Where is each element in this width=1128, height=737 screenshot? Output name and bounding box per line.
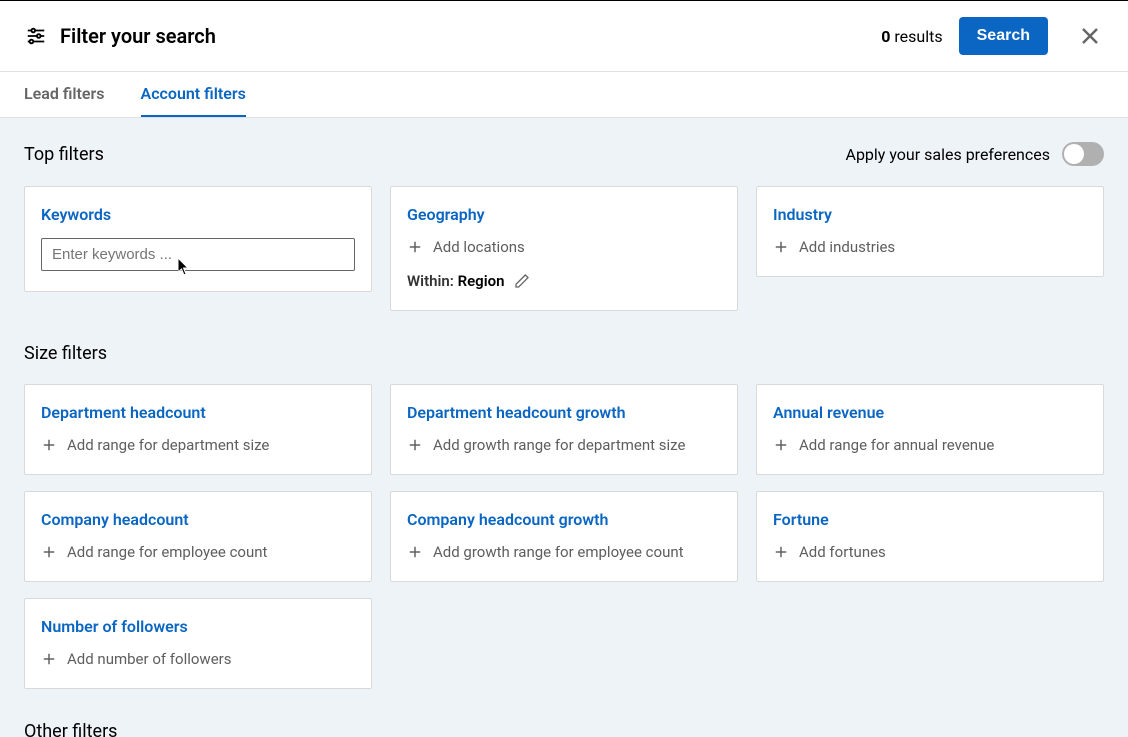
card-title: Company headcount [41, 510, 355, 529]
size-filters-row-1: Department headcount Add range for depar… [24, 384, 1104, 475]
section-title-size: Size filters [24, 343, 1104, 364]
size-filters-row-2: Company headcount Add range for employee… [24, 491, 1104, 582]
card-company-growth: Company headcount growth Add growth rang… [390, 491, 738, 582]
card-dept-growth: Department headcount growth Add growth r… [390, 384, 738, 475]
add-followers[interactable]: Add number of followers [41, 650, 355, 668]
results-word: results [894, 27, 942, 46]
plus-icon [407, 544, 423, 560]
pref-group: Apply your sales preferences [846, 142, 1105, 166]
plus-icon [773, 239, 789, 255]
within-label: Within: Region [407, 272, 504, 290]
add-text: Add range for employee count [67, 543, 267, 561]
card-title: Department headcount [41, 403, 355, 422]
add-text: Add range for department size [67, 436, 269, 454]
card-title: Company headcount growth [407, 510, 721, 529]
card-fortune: Fortune Add fortunes [756, 491, 1104, 582]
plus-icon [41, 437, 57, 453]
add-text: Add number of followers [67, 650, 231, 668]
add-text: Add range for annual revenue [799, 436, 994, 454]
top-filters-row: Keywords Geography Add locations Within:… [24, 186, 1104, 311]
card-title-geography: Geography [407, 205, 721, 224]
card-dept-headcount: Department headcount Add range for depar… [24, 384, 372, 475]
results-text: 0 results [881, 27, 942, 46]
pref-label: Apply your sales preferences [846, 145, 1051, 164]
add-dept-growth-range[interactable]: Add growth range for department size [407, 436, 721, 454]
content: Top filters Apply your sales preferences… [0, 118, 1128, 737]
add-text: Add growth range for department size [433, 436, 685, 454]
card-title-industry: Industry [773, 205, 1087, 224]
add-text: Add fortunes [799, 543, 886, 561]
card-annual-revenue: Annual revenue Add range for annual reve… [756, 384, 1104, 475]
card-title-keywords: Keywords [41, 205, 355, 224]
header: Filter your search 0 results Search [0, 1, 1128, 72]
tabs: Lead filters Account filters [0, 72, 1128, 118]
card-title: Number of followers [41, 617, 355, 636]
add-dept-range[interactable]: Add range for department size [41, 436, 355, 454]
within-row: Within: Region [407, 272, 721, 290]
add-fortunes[interactable]: Add fortunes [773, 543, 1087, 561]
plus-icon [407, 239, 423, 255]
page-title: Filter your search [60, 24, 216, 48]
sales-preferences-toggle[interactable] [1062, 142, 1104, 166]
add-text: Add locations [433, 238, 525, 256]
card-title: Annual revenue [773, 403, 1087, 422]
card-company-headcount: Company headcount Add range for employee… [24, 491, 372, 582]
size-filters-row-3: Number of followers Add number of follow… [24, 598, 1104, 689]
search-button[interactable]: Search [959, 17, 1048, 55]
pencil-icon[interactable] [514, 273, 530, 289]
close-icon[interactable] [1076, 22, 1104, 50]
add-company-growth-range[interactable]: Add growth range for employee count [407, 543, 721, 561]
keywords-input[interactable] [41, 238, 355, 271]
plus-icon [407, 437, 423, 453]
top-filters-header: Top filters Apply your sales preferences [24, 142, 1104, 166]
card-title: Fortune [773, 510, 1087, 529]
add-revenue-range[interactable]: Add range for annual revenue [773, 436, 1087, 454]
plus-icon [773, 544, 789, 560]
add-text: Add industries [799, 238, 895, 256]
header-right: 0 results Search [881, 17, 1104, 55]
header-left: Filter your search [24, 24, 881, 48]
section-title-top: Top filters [24, 144, 104, 165]
card-followers: Number of followers Add number of follow… [24, 598, 372, 689]
tab-lead-filters[interactable]: Lead filters [24, 72, 105, 117]
add-company-range[interactable]: Add range for employee count [41, 543, 355, 561]
card-geography: Geography Add locations Within: Region [390, 186, 738, 311]
tab-account-filters[interactable]: Account filters [141, 72, 246, 117]
card-industry: Industry Add industries [756, 186, 1104, 277]
sliders-icon [24, 24, 48, 48]
add-text: Add growth range for employee count [433, 543, 684, 561]
add-locations[interactable]: Add locations [407, 238, 721, 256]
section-title-other: Other filters [24, 721, 1104, 737]
plus-icon [773, 437, 789, 453]
within-value: Region [458, 272, 505, 290]
toggle-knob [1064, 144, 1084, 164]
card-keywords: Keywords [24, 186, 372, 292]
add-industries[interactable]: Add industries [773, 238, 1087, 256]
plus-icon [41, 651, 57, 667]
card-title: Department headcount growth [407, 403, 721, 422]
results-count: 0 [881, 27, 890, 46]
plus-icon [41, 544, 57, 560]
